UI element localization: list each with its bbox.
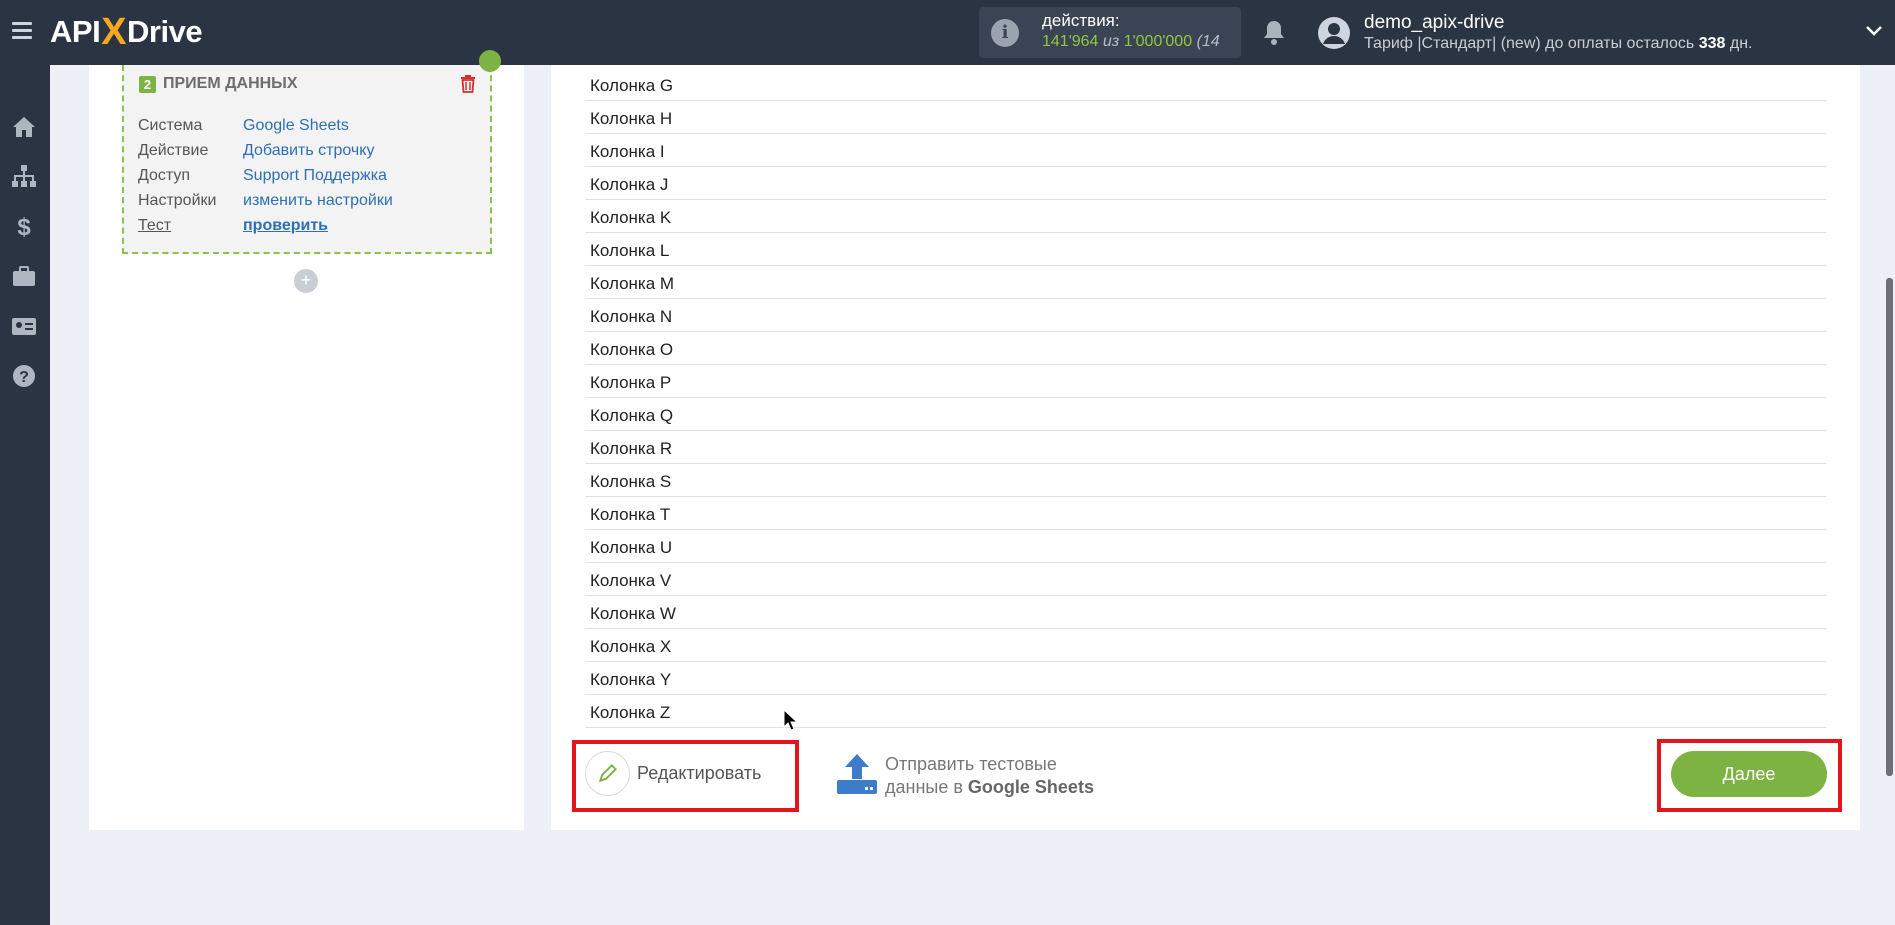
column-name: Колонка Y	[590, 670, 672, 689]
send-line2-prefix: данные в	[885, 777, 963, 797]
send-test-data-button[interactable]: Отправить тестовые данные в Google Sheet…	[885, 753, 1094, 799]
send-line2: данные в Google Sheets	[885, 776, 1094, 799]
id-card-icon[interactable]	[11, 313, 37, 339]
column-name: Колонка T	[590, 505, 671, 524]
column-name: Колонка R	[590, 439, 673, 458]
action-value[interactable]: Добавить строчку	[243, 142, 374, 160]
column-name: Колонка I	[590, 142, 665, 161]
column-row: Колонка V	[585, 563, 1826, 596]
settings-value[interactable]: изменить настройки	[243, 192, 393, 210]
sidebar: $ ?	[0, 65, 50, 925]
actions-label: действия:	[1042, 11, 1120, 30]
column-row: Колонка L	[585, 233, 1826, 266]
test-label: Тест	[138, 217, 172, 234]
column-row: Колонка N	[585, 299, 1826, 332]
column-name: Колонка M	[590, 274, 675, 293]
system-value[interactable]: Google Sheets	[243, 117, 349, 135]
briefcase-icon[interactable]	[11, 263, 37, 289]
column-name: Колонка S	[590, 472, 672, 491]
logo-api: API	[50, 14, 101, 49]
user-plan: Тариф |Стандарт| (new) до оплаты осталос…	[1364, 35, 1752, 53]
step-number: 2	[139, 76, 156, 93]
column-name: Колонка Z	[590, 703, 671, 722]
column-row: Колонка Q	[585, 398, 1826, 431]
send-line2-target: Google Sheets	[967, 777, 1094, 797]
dollar-icon[interactable]: $	[11, 213, 37, 239]
add-step-button[interactable]: +	[294, 269, 318, 293]
column-row: Колонка P	[585, 365, 1826, 398]
pencil-icon	[598, 764, 617, 783]
column-row: Колонка X	[585, 629, 1826, 662]
column-row: Колонка R	[585, 431, 1826, 464]
column-row: Колонка O	[585, 332, 1826, 365]
logo[interactable]: API X Drive	[50, 10, 203, 53]
edit-label[interactable]: Редактировать	[637, 763, 761, 784]
next-button[interactable]: Далее	[1671, 751, 1827, 797]
column-name: Колонка O	[590, 340, 674, 359]
actions-count: 141'964 из 1'000'000 (14	[1042, 33, 1232, 51]
bell-icon[interactable]	[1262, 19, 1286, 45]
column-row: Колонка K	[585, 200, 1826, 233]
help-icon[interactable]: ?	[11, 363, 37, 389]
column-row: Колонка G	[585, 68, 1826, 101]
column-name: Колонка K	[590, 208, 672, 227]
actions-total: 1'000'000	[1123, 33, 1193, 50]
scrollbar[interactable]	[1886, 278, 1893, 776]
access-value[interactable]: Support Поддержка	[243, 167, 387, 185]
actions-used: 141'964	[1042, 33, 1099, 50]
edit-button[interactable]	[585, 751, 630, 796]
column-row: Колонка J	[585, 167, 1826, 200]
column-row: Колонка I	[585, 134, 1826, 167]
chevron-down-icon[interactable]	[1865, 22, 1883, 40]
logo-x: X	[101, 10, 127, 53]
trash-icon[interactable]	[460, 75, 476, 93]
test-link[interactable]: проверить	[243, 217, 328, 235]
mouse-cursor-icon	[783, 709, 797, 731]
actions-of: из	[1102, 33, 1120, 50]
column-name: Колонка G	[590, 76, 674, 95]
column-row: Колонка H	[585, 101, 1826, 134]
system-label: Система	[138, 117, 203, 134]
column-row: Колонка Y	[585, 662, 1826, 695]
plan-days: 338	[1698, 35, 1726, 52]
step-status-dot	[479, 50, 501, 72]
column-name: Колонка X	[590, 637, 672, 656]
top-bar: API X Drive i действия: 141'964 из 1'000'0…	[0, 0, 1895, 65]
column-row: Колонка U	[585, 530, 1826, 563]
menu-icon[interactable]	[12, 22, 32, 42]
home-icon[interactable]	[11, 114, 37, 140]
logo-drive: Drive	[127, 14, 203, 49]
access-label: Доступ	[138, 167, 191, 184]
send-line1: Отправить тестовые	[885, 754, 1057, 774]
column-name: Колонка Q	[590, 406, 674, 425]
column-row: Колонка W	[585, 596, 1826, 629]
column-name: Колонка J	[590, 175, 669, 194]
column-name: Колонка P	[590, 373, 672, 392]
column-name: Колонка V	[590, 571, 672, 590]
sitemap-icon[interactable]	[11, 163, 37, 189]
column-name: Колонка N	[590, 307, 673, 326]
column-name: Колонка W	[590, 604, 676, 623]
column-name: Колонка L	[590, 241, 670, 260]
user-name[interactable]: demo_apix-drive	[1364, 12, 1504, 34]
svg-text:$: $	[17, 214, 31, 239]
actions-counter: i действия: 141'964 из 1'000'000 (14	[979, 7, 1241, 58]
column-row: Колонка S	[585, 464, 1826, 497]
avatar-icon[interactable]	[1317, 16, 1351, 50]
plan-days-suffix: дн.	[1729, 35, 1753, 52]
svg-text:?: ?	[19, 369, 29, 386]
column-name: Колонка U	[590, 538, 673, 557]
column-name: Колонка H	[590, 109, 673, 128]
step-title: ПРИЕМ ДАННЫХ	[163, 75, 298, 92]
column-row: Колонка Z	[585, 695, 1826, 728]
upload-icon[interactable]	[835, 752, 879, 796]
actions-extra: (14	[1196, 33, 1220, 50]
column-row: Колонка T	[585, 497, 1826, 530]
settings-label: Настройки	[138, 192, 217, 209]
plan-text: Тариф |Стандарт| (new) до оплаты осталос…	[1364, 35, 1695, 52]
column-row: Колонка M	[585, 266, 1826, 299]
info-icon: i	[991, 19, 1019, 47]
action-label: Действие	[138, 142, 209, 159]
